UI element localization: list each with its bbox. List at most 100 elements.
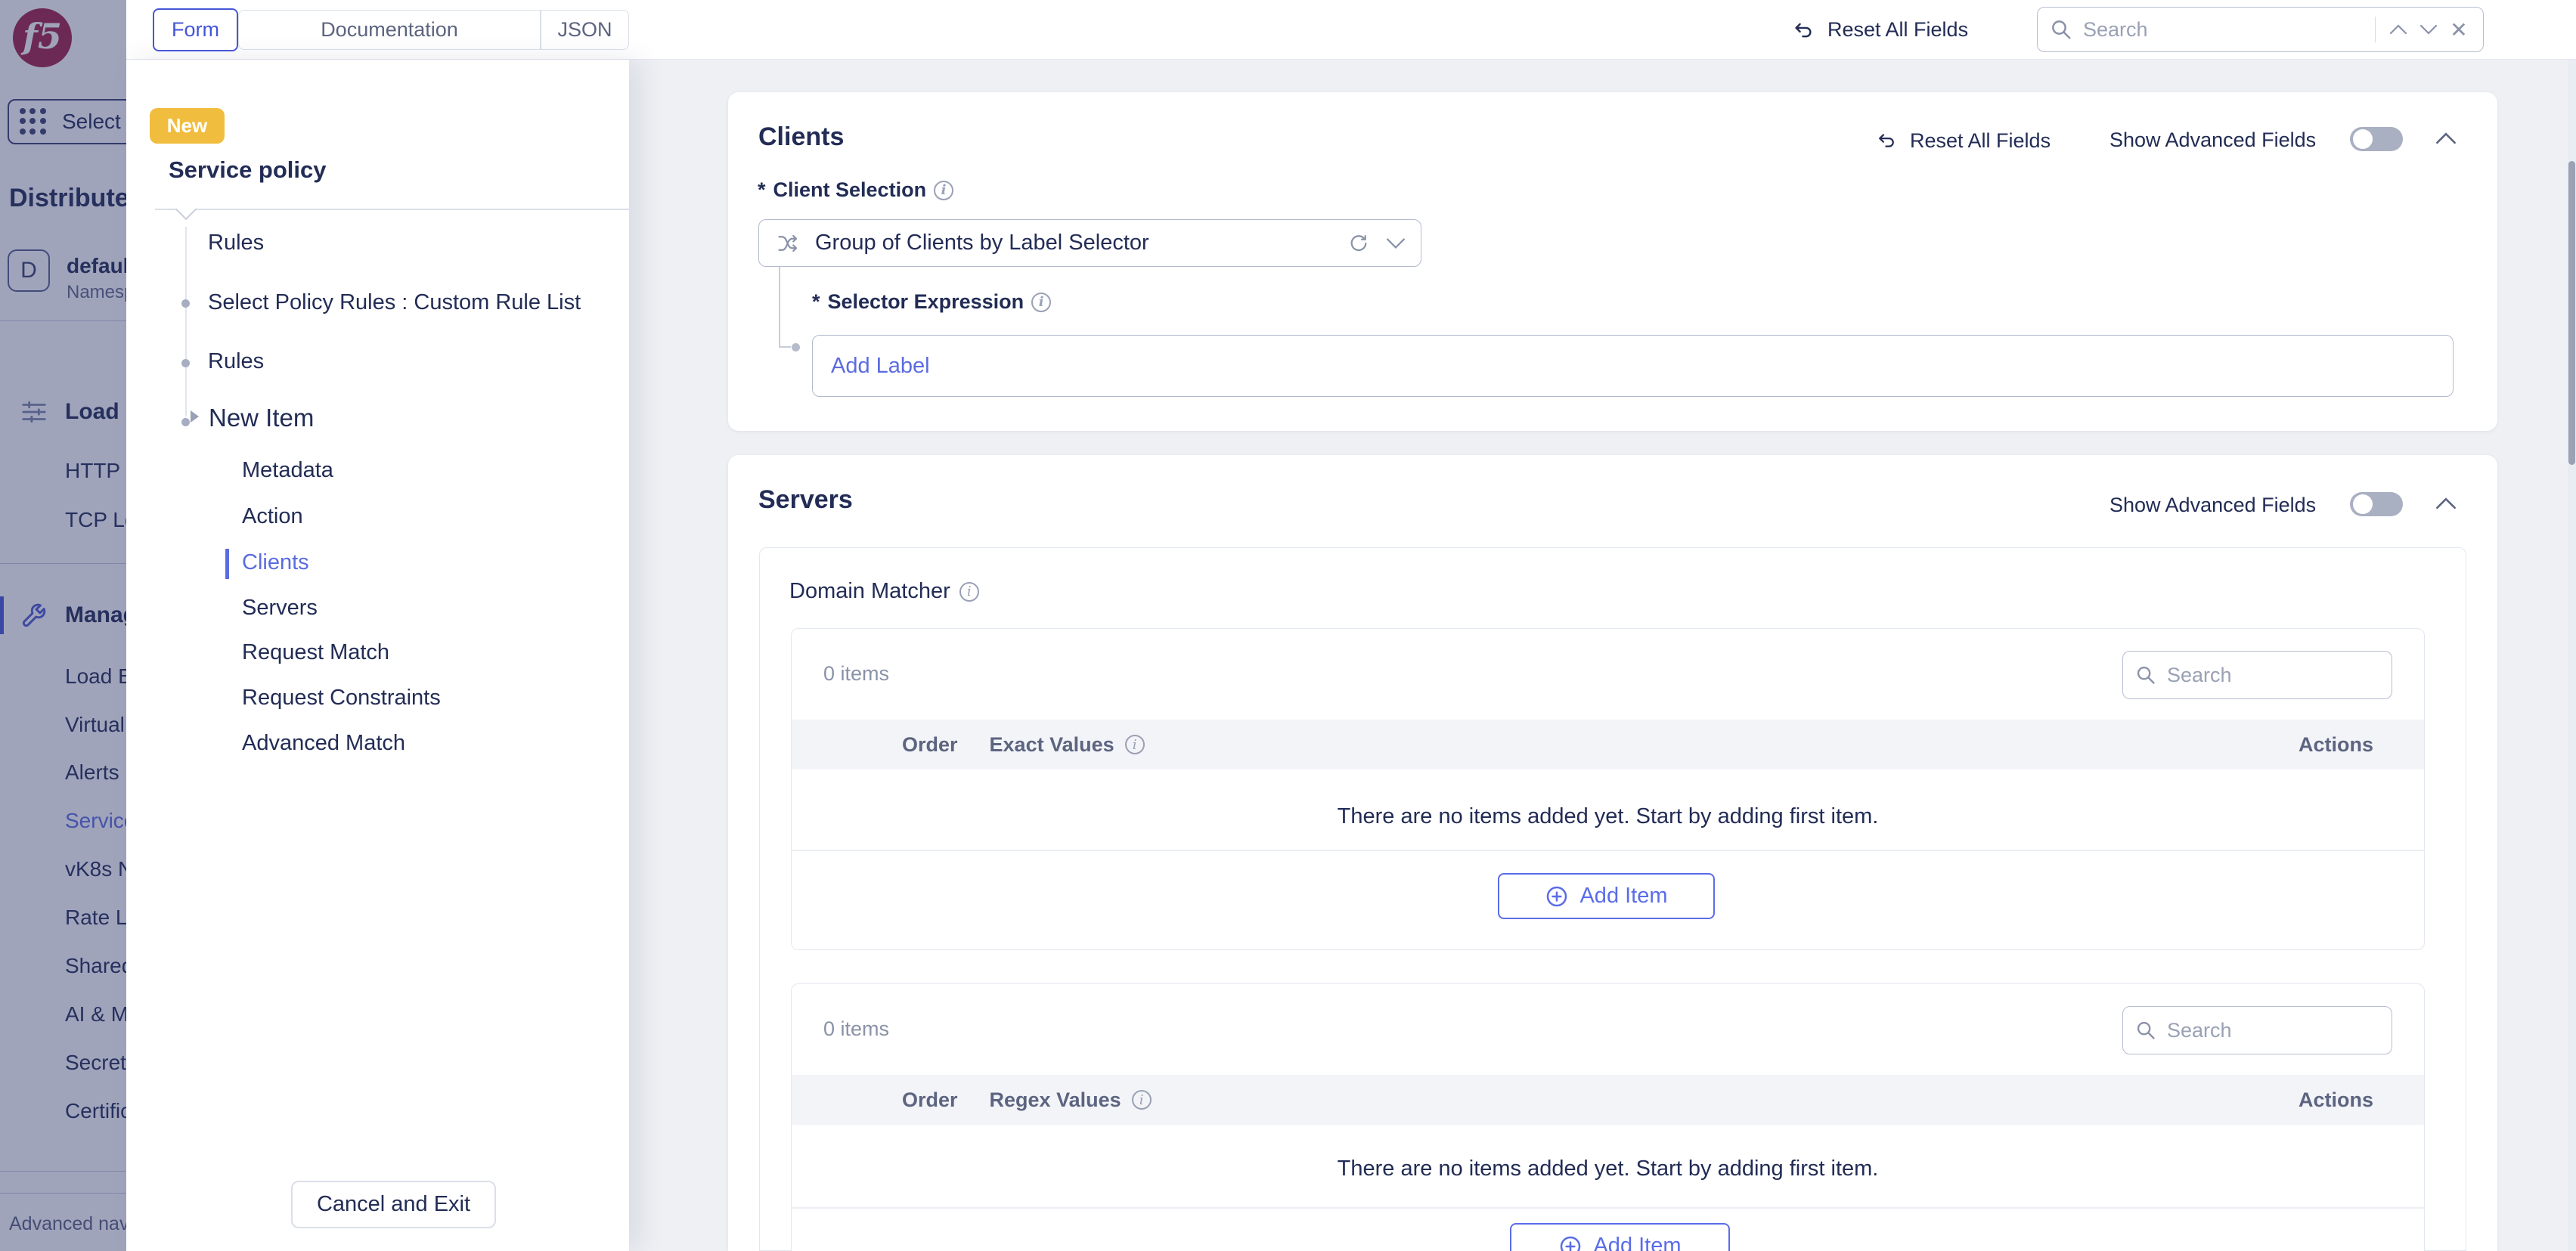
- search-icon: [2135, 1020, 2156, 1041]
- tree-item-servers[interactable]: Servers: [242, 596, 318, 621]
- tree-bullet-icon: [181, 359, 190, 367]
- show-advanced-fields-toggle[interactable]: [2350, 127, 2403, 151]
- tree-item-advanced-match[interactable]: Advanced Match: [242, 731, 405, 756]
- namespace-type: Namespace: [67, 282, 126, 303]
- tree-item-metadata[interactable]: Metadata: [242, 458, 333, 483]
- empty-state-message: There are no items added yet. Start by a…: [792, 804, 2424, 829]
- sidebar-item-load-balancers[interactable]: Load Balancers: [65, 664, 126, 689]
- sidebar-item-secrets[interactable]: Secrets: [65, 1051, 126, 1075]
- sidebar-item-ai-ml[interactable]: AI & ML: [65, 1002, 126, 1027]
- connector-dot: [792, 343, 800, 351]
- undo-icon: [1791, 19, 1815, 42]
- divider: [0, 1171, 126, 1172]
- divider: [2375, 17, 2376, 42]
- selector-expression-input[interactable]: [812, 335, 2454, 397]
- sidebar-item-shared-objects[interactable]: Shared Objects: [65, 954, 126, 978]
- column-order: Order: [902, 733, 958, 757]
- collapse-chevron-up-icon[interactable]: [2435, 132, 2457, 145]
- sidebar-section-load[interactable]: Load: [65, 399, 119, 425]
- new-badge: New: [150, 108, 225, 144]
- grid-icon: [20, 108, 47, 135]
- sidebar-item-alerts[interactable]: Alerts: [65, 760, 119, 785]
- search-icon: [2050, 18, 2072, 41]
- tab-documentation[interactable]: Documentation: [239, 11, 540, 49]
- tree-item-action[interactable]: Action: [242, 504, 303, 529]
- domain-matcher-panel: Domain Matcher i 0 items Order Exact Val…: [759, 547, 2466, 1251]
- sidebar-item-tcp-lb[interactable]: TCP Load Balancers: [65, 508, 126, 532]
- namespace-select-button[interactable]: Select: [8, 99, 126, 144]
- advanced-navigation-toggle[interactable]: Advanced navigation: [9, 1213, 126, 1235]
- sidebar-section-manage[interactable]: Manage: [65, 602, 126, 628]
- tree-item-rules-2[interactable]: Rules: [208, 349, 264, 374]
- cancel-and-exit-button[interactable]: Cancel and Exit: [291, 1181, 496, 1228]
- info-icon[interactable]: i: [1132, 1090, 1152, 1110]
- tree-item-rules-1[interactable]: Rules: [208, 231, 264, 255]
- search-icon: [2135, 664, 2156, 686]
- search-next-button[interactable]: [2413, 14, 2444, 45]
- active-item-bar: [225, 549, 229, 579]
- divider: [792, 850, 2424, 851]
- empty-state-message: There are no items added yet. Start by a…: [792, 1157, 2424, 1181]
- add-item-button[interactable]: Add Item: [1498, 873, 1715, 919]
- add-item-button[interactable]: Add Item: [1510, 1223, 1730, 1251]
- divider: [155, 209, 629, 210]
- sidebar-item-virtual-hosts[interactable]: Virtual Hosts: [65, 713, 126, 737]
- sidebar-item-certificates[interactable]: Certificates: [65, 1099, 126, 1123]
- tree-item-request-constraints[interactable]: Request Constraints: [242, 686, 441, 711]
- tab-json[interactable]: JSON: [540, 11, 630, 49]
- namespace-name: default: [67, 254, 126, 278]
- show-advanced-fields-label: Show Advanced Fields: [2109, 129, 2316, 152]
- info-icon[interactable]: i: [959, 582, 979, 602]
- f5-logo: f5: [13, 8, 72, 67]
- client-selection-select[interactable]: Group of Clients by Label Selector: [758, 219, 1421, 267]
- sidebar-item-service-policies[interactable]: Service Policies: [65, 809, 126, 833]
- tab-form[interactable]: Form: [153, 8, 238, 51]
- column-exact-values: Exact Values: [990, 733, 1114, 757]
- sidebar-item-vk8s[interactable]: vK8s Networks: [65, 857, 126, 881]
- plus-circle-icon: [1558, 1234, 1582, 1251]
- divider: [792, 1207, 2424, 1209]
- tree-item-new-item[interactable]: New Item: [209, 404, 314, 432]
- f5-logo-text: f5: [23, 19, 62, 54]
- selector-expression-label: * Selector Expression i: [812, 290, 1051, 314]
- tree-item-clients[interactable]: Clients: [242, 550, 309, 575]
- column-actions: Actions: [2299, 1088, 2373, 1112]
- chevron-up-icon: [2389, 24, 2407, 35]
- item-count: 0 items: [823, 1017, 889, 1041]
- divider: [0, 563, 126, 564]
- active-section-bar: [0, 596, 4, 634]
- search-input[interactable]: [2082, 17, 2367, 42]
- table-search-input[interactable]: [2165, 1018, 2381, 1043]
- namespace-avatar: D: [8, 249, 50, 292]
- search-prev-button[interactable]: [2383, 14, 2413, 45]
- column-actions: Actions: [2299, 733, 2373, 757]
- sidebar-item-http-lb[interactable]: HTTP Load Balancers: [65, 459, 126, 483]
- collapse-chevron-up-icon[interactable]: [2435, 497, 2457, 510]
- reset-all-fields-top[interactable]: Reset All Fields: [1791, 0, 1968, 60]
- sidebar: f5 Select Distribute D default Namespace…: [0, 0, 126, 1251]
- search-clear-button[interactable]: ✕: [2444, 14, 2474, 45]
- tree-item-select-policy-rules[interactable]: Select Policy Rules : Custom Rule List: [208, 290, 581, 315]
- global-search: ✕: [2037, 7, 2484, 52]
- table-search-input[interactable]: [2165, 663, 2381, 688]
- toggle-knob: [2353, 494, 2373, 514]
- info-icon[interactable]: i: [1031, 293, 1051, 312]
- view-tab-group: Documentation JSON: [238, 10, 629, 50]
- undo-icon: [1875, 130, 1898, 151]
- info-icon[interactable]: i: [934, 181, 953, 200]
- column-order: Order: [902, 1088, 958, 1112]
- collapse-notch-icon[interactable]: [175, 199, 197, 220]
- clients-reset-all-fields[interactable]: Reset All Fields: [1875, 125, 2051, 156]
- chevron-down-icon: [2419, 24, 2438, 35]
- chevron-down-icon: [1386, 237, 1406, 249]
- required-asterisk: *: [758, 178, 766, 202]
- clients-card-title: Clients: [758, 122, 844, 152]
- info-icon[interactable]: i: [1125, 735, 1145, 754]
- tree-item-request-match[interactable]: Request Match: [242, 640, 389, 665]
- service-policy-drawer: New Service policy Rules Select Policy R…: [126, 60, 629, 1251]
- refresh-icon[interactable]: [1348, 233, 1369, 254]
- scrollbar-thumb[interactable]: [2568, 161, 2575, 465]
- sidebar-item-rate-limiting[interactable]: Rate Limiting: [65, 906, 126, 930]
- field-connector: [779, 346, 791, 348]
- show-advanced-fields-toggle[interactable]: [2350, 492, 2403, 516]
